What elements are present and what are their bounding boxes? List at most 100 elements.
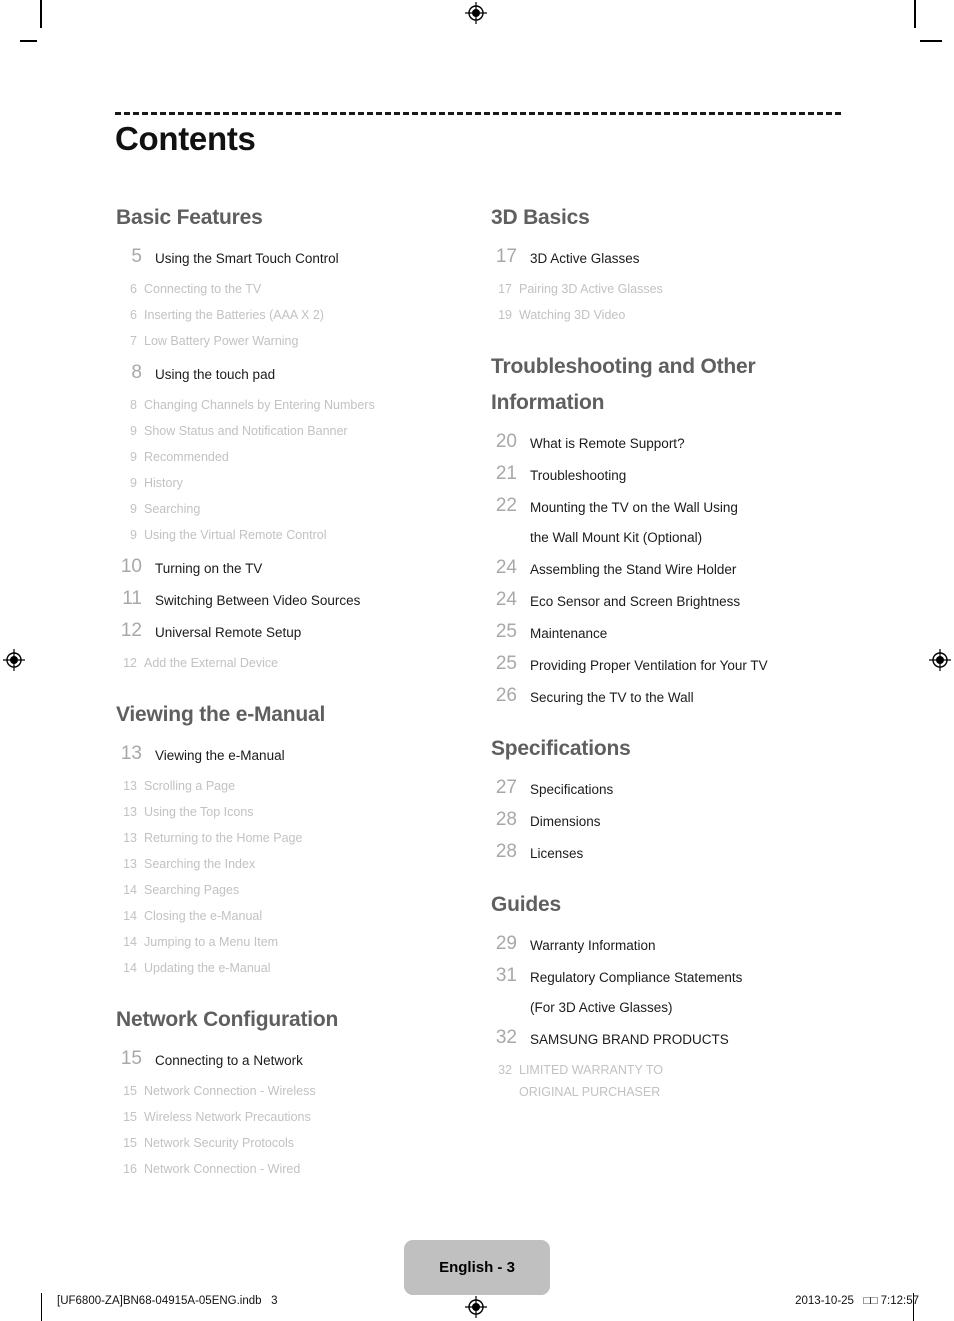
toc-entry[interactable]: 31 Regulatory Compliance Statements (For 3… (488, 964, 863, 1019)
toc-subentry[interactable]: 15 Network Security Protocols (113, 1131, 488, 1155)
toc-entry-label-line: Turning on the TV (155, 561, 263, 576)
toc-subentry[interactable]: 12 Add the External Device (113, 651, 488, 675)
toc-subentry[interactable]: 16 Network Connection - Wired (113, 1157, 488, 1181)
toc-subentry[interactable]: 17 Pairing 3D Active Glasses (488, 277, 863, 301)
toc-entry-page-number: 22 (495, 495, 517, 516)
toc-entry-label-line: Connecting to a Network (155, 1053, 303, 1068)
toc-subentry-label-line: Searching Pages (144, 883, 240, 897)
toc-entry[interactable]: 28 Dimensions (488, 808, 863, 833)
toc-section: Specifications 27 Specifications 28 Dimensio… (488, 731, 863, 865)
toc-subentry-label-line: Closing the e-Manual (144, 909, 263, 923)
toc-subentry[interactable]: 19 Watching 3D Video (488, 303, 863, 327)
toc-entry-label-continuation: the Wall Mount Kit (Optional) (530, 530, 703, 545)
toc-entry-label: Universal Remote Setup (155, 619, 301, 644)
toc-entry[interactable]: 21 Troubleshooting (488, 462, 863, 487)
toc-entry[interactable]: 28 Licenses (488, 840, 863, 865)
crop-mark-top-right-horizontal (920, 40, 942, 42)
toc-entry[interactable]: 13 Viewing the e-Manual (113, 742, 488, 767)
toc-subentry[interactable]: 6 Inserting the Batteries (AAA X 2) (113, 303, 488, 327)
toc-entry[interactable]: 10 Turning on the TV (113, 555, 488, 580)
toc-entry-label: Assembling the Stand Wire Holder (530, 556, 736, 581)
toc-entry-group: 20 What is Remote Support? (488, 430, 863, 455)
toc-subentry[interactable]: 9 History (113, 471, 488, 495)
toc-subentry-page-number: 17 (498, 282, 512, 296)
toc-entry-group: 10 Turning on the TV (113, 555, 488, 580)
toc-subentry[interactable]: 9 Recommended (113, 445, 488, 469)
page-number-badge: English - 3 (404, 1240, 550, 1295)
toc-subentry-label: Network Connection - Wireless (144, 1079, 316, 1103)
toc-entry-page-number: 20 (495, 431, 517, 452)
toc-entry-label-line: Viewing the e-Manual (155, 748, 285, 763)
toc-entry[interactable]: 17 3D Active Glasses (488, 245, 863, 270)
toc-subentry[interactable]: 13 Scrolling a Page (113, 774, 488, 798)
toc-subentry-page-number: 6 (130, 282, 137, 296)
section-heading: Troubleshooting and Other Information (491, 355, 756, 414)
toc-subentry[interactable]: 14 Updating the e-Manual (113, 956, 488, 980)
toc-subentry[interactable]: 13 Using the Top Icons (113, 800, 488, 824)
toc-entry-label-line: Mounting the TV on the Wall Using (530, 500, 738, 515)
toc-subentry[interactable]: 9 Searching (113, 497, 488, 521)
toc-entry-label: 3D Active Glasses (530, 245, 640, 270)
toc-entry-label: Regulatory Compliance Statements (For 3D … (530, 964, 742, 1019)
toc-subentry[interactable]: 14 Jumping to a Menu Item (113, 930, 488, 954)
toc-subentry-label-line: Add the External Device (144, 656, 279, 670)
toc-entry-group: 22 Mounting the TV on the Wall Using the W… (488, 494, 863, 549)
toc-subentry-label-line: Recommended (144, 450, 229, 464)
toc-subentry[interactable]: 15 Wireless Network Precautions (113, 1105, 488, 1129)
toc-entry-label-line: Regulatory Compliance Statements (530, 970, 743, 985)
toc-sublist: 12 Add the External Device (113, 651, 488, 675)
toc-subentry[interactable]: 7 Low Battery Power Warning (113, 329, 488, 353)
toc-entry[interactable]: 5 Using the Smart Touch Control (113, 245, 488, 270)
toc-subentry[interactable]: 14 Searching Pages (113, 878, 488, 902)
toc-entry-label: Using the Smart Touch Control (155, 245, 339, 270)
toc-subentry-label-line: Inserting the Batteries (AAA X 2) (144, 308, 324, 322)
toc-entry[interactable]: 20 What is Remote Support? (488, 430, 863, 455)
toc-subentry-label: Searching (144, 497, 200, 521)
toc-entry[interactable]: 24 Assembling the Stand Wire Holder (488, 556, 863, 581)
toc-entry[interactable]: 22 Mounting the TV on the Wall Using the W… (488, 494, 863, 549)
toc-entry-label: Eco Sensor and Screen Brightness (530, 588, 740, 613)
toc-entry[interactable]: 25 Maintenance (488, 620, 863, 645)
toc-subentry-label-line: Network Security Protocols (144, 1136, 295, 1150)
toc-subentry-label-line: Network Connection - Wired (144, 1162, 301, 1176)
toc-entry-group: 17 3D Active Glasses 17 Pairing 3D Active G… (488, 245, 863, 327)
toc-subentry[interactable]: 32 LIMITED WARRANTY TO ORIGINAL PURCHASER (488, 1058, 863, 1104)
toc-entry[interactable]: 12 Universal Remote Setup (113, 619, 488, 644)
toc-subentry[interactable]: 13 Searching the Index (113, 852, 488, 876)
toc-subentry-label-line: Pairing 3D Active Glasses (519, 282, 663, 296)
toc-subentry-page-number: 9 (130, 450, 137, 464)
toc-entry[interactable]: 11 Switching Between Video Sources (113, 587, 488, 612)
toc-entry[interactable]: 26 Securing the TV to the Wall (488, 684, 863, 709)
toc-entry[interactable]: 29 Warranty Information (488, 932, 863, 957)
toc-subentry[interactable]: 9 Show Status and Notification Banner (113, 419, 488, 443)
toc-entry-page-number: 28 (495, 841, 517, 862)
toc-section: Guides 29 Warranty Information 31 Regulatory… (488, 887, 863, 1104)
toc-entry[interactable]: 24 Eco Sensor and Screen Brightness (488, 588, 863, 613)
toc-entry[interactable]: 32 SAMSUNG BRAND PRODUCTS (488, 1026, 863, 1051)
toc-entry-label-line: Warranty Information (530, 938, 656, 953)
registration-mark-left (3, 649, 25, 671)
toc-entry-group: 32 SAMSUNG BRAND PRODUCTS 32 LIMITED WARRAN… (488, 1026, 863, 1104)
section-heading: 3D Basics (491, 206, 590, 229)
toc-entry[interactable]: 8 Using the touch pad (113, 361, 488, 386)
toc-section: Troubleshooting and Other Information 20 W… (488, 349, 863, 709)
toc-subentry[interactable]: 8 Changing Channels by Entering Numbers (113, 393, 488, 417)
toc-sublist: 32 LIMITED WARRANTY TO ORIGINAL PURCHASER (488, 1058, 863, 1104)
toc-subentry-label-line: History (144, 476, 183, 490)
toc-subentry[interactable]: 6 Connecting to the TV (113, 277, 488, 301)
toc-entry-group: 31 Regulatory Compliance Statements (For 3… (488, 964, 863, 1019)
toc-subentry[interactable]: 9 Using the Virtual Remote Control (113, 523, 488, 547)
toc-subentry-label: Pairing 3D Active Glasses (519, 277, 663, 301)
toc-entry[interactable]: 25 Providing Proper Ventilation for Your … (488, 652, 863, 677)
toc-entry-page-number: 21 (495, 463, 517, 484)
toc-entry-label-line: SAMSUNG BRAND PRODUCTS (530, 1032, 729, 1047)
toc-subentry-label-line: Wireless Network Precautions (144, 1110, 311, 1124)
toc-entry[interactable]: 15 Connecting to a Network (113, 1047, 488, 1072)
toc-subentry[interactable]: 15 Network Connection - Wireless (113, 1079, 488, 1103)
toc-subentry-label-line: Jumping to a Menu Item (144, 935, 279, 949)
toc-subentry[interactable]: 13 Returning to the Home Page (113, 826, 488, 850)
toc-entry-group: 28 Dimensions (488, 808, 863, 833)
toc-entry[interactable]: 27 Specifications (488, 776, 863, 801)
toc-entry-group: 29 Warranty Information (488, 932, 863, 957)
toc-subentry[interactable]: 14 Closing the e-Manual (113, 904, 488, 928)
